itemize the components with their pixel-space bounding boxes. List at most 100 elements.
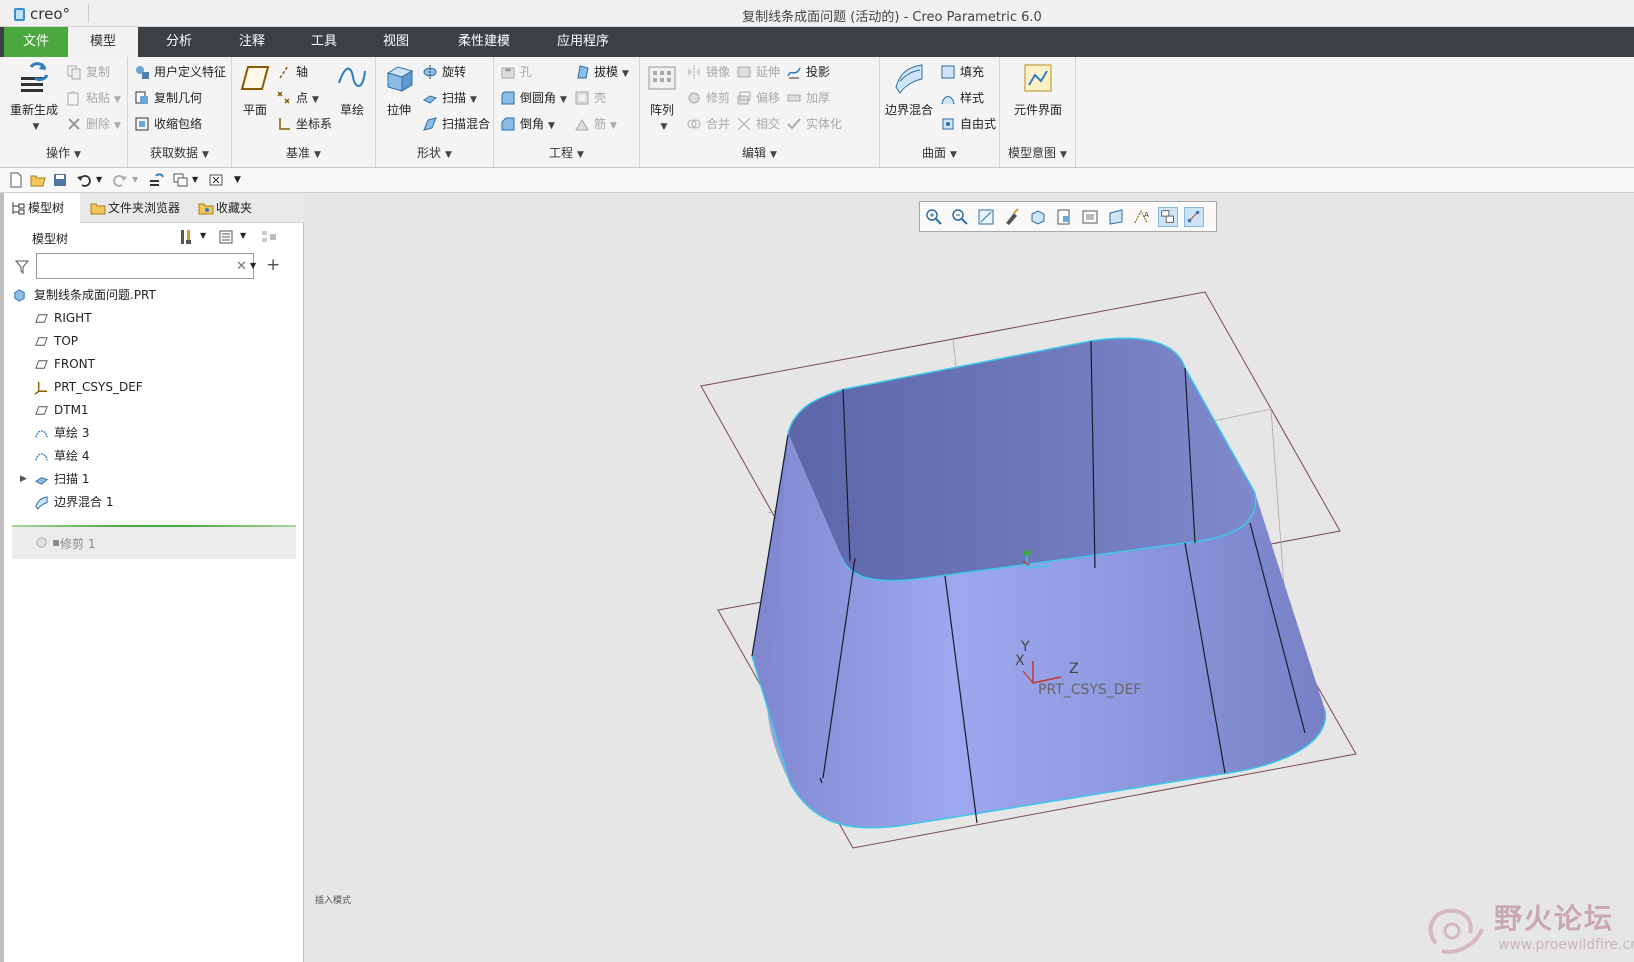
show-columns-dropdown-icon[interactable]: ▼ [240, 231, 246, 240]
tab-applications[interactable]: 应用程序 [536, 27, 630, 57]
paste-button[interactable]: 粘贴 ▼ [64, 87, 121, 109]
shell-button[interactable]: 壳 [572, 87, 606, 109]
group-operations-label[interactable]: 操作 ▼ [0, 144, 127, 161]
plane-button[interactable]: 平面 [236, 61, 274, 118]
shrinkwrap-button[interactable]: 收缩包络 [132, 113, 202, 135]
close-window-icon[interactable] [208, 172, 224, 188]
hole-button[interactable]: 孔 [498, 61, 532, 83]
fill-button[interactable]: 填充 [938, 61, 984, 83]
solidify-label: 实体化 [806, 117, 843, 131]
point-dropdown-icon[interactable]: ▼ [312, 89, 319, 111]
tab-favorites[interactable]: 收藏夹 [192, 193, 276, 223]
group-model-intent-label[interactable]: 模型意图 ▼ [1000, 144, 1075, 161]
pattern-button[interactable]: 阵列 ▼ [644, 61, 680, 132]
expand-arrow-icon[interactable]: ▶ [20, 468, 27, 491]
regenerate-dropdown-icon[interactable]: ▼ [33, 122, 40, 132]
merge-button[interactable]: 合并 [684, 113, 730, 135]
sketch-button[interactable]: 草绘 [332, 61, 372, 118]
plane-label: 平面 [242, 103, 267, 117]
draft-button[interactable]: 拔模 ▼ [572, 61, 629, 83]
filter-icon[interactable] [14, 259, 30, 275]
swept-blend-button[interactable]: 扫描混合 [420, 113, 490, 135]
rib-button[interactable]: 筋 ▼ [572, 113, 617, 135]
redo-dropdown-icon[interactable]: ▼ [132, 172, 148, 188]
delete-dropdown-icon[interactable]: ▼ [114, 115, 121, 137]
model-canvas[interactable] [305, 193, 1634, 962]
tab-annotate[interactable]: 注释 [216, 27, 288, 57]
show-columns-icon[interactable] [218, 229, 234, 245]
boundary-blend-button[interactable]: 边界混合 [882, 61, 936, 118]
extrude-button[interactable]: 拉伸 [380, 61, 418, 118]
tab-model-tree[interactable]: 模型树 [4, 193, 80, 223]
tab-flexible-modeling[interactable]: 柔性建模 [432, 27, 536, 57]
intersect-button[interactable]: 相交 [734, 113, 780, 135]
graphics-window[interactable]: A Y X Z PRT_CSYS_DEF 插入模式 [305, 193, 1634, 962]
offset-button[interactable]: 偏移 [734, 87, 780, 109]
style-button[interactable]: 样式 [938, 87, 984, 109]
revolve-button[interactable]: 旋转 [420, 61, 466, 83]
tree-settings-dropdown-icon[interactable]: ▼ [200, 231, 206, 240]
solidify-button[interactable]: 实体化 [784, 113, 842, 135]
tab-analysis[interactable]: 分析 [142, 27, 216, 57]
group-engineering-label[interactable]: 工程 ▼ [494, 144, 639, 161]
undo-icon[interactable] [76, 172, 92, 188]
mirror-button[interactable]: 镜像 [684, 61, 730, 83]
project-label: 投影 [806, 65, 831, 79]
tree-search-input[interactable] [36, 253, 254, 279]
save-icon[interactable] [52, 172, 68, 188]
round-button[interactable]: 倒圆角 ▼ [498, 87, 567, 109]
tab-file[interactable]: 文件 [4, 27, 68, 57]
clear-search-icon[interactable]: ✕ [236, 259, 247, 274]
search-dropdown-icon[interactable]: ▼ [250, 261, 256, 270]
rib-dropdown-icon[interactable]: ▼ [610, 115, 617, 137]
regenerate-button[interactable]: 重新生成 ▼ [6, 61, 62, 132]
project-button[interactable]: 投影 [784, 61, 830, 83]
redo-icon[interactable] [112, 172, 128, 188]
pattern-dropdown-icon[interactable]: ▼ [661, 122, 668, 132]
round-dropdown-icon[interactable]: ▼ [560, 89, 567, 111]
chamfer-icon [501, 117, 515, 131]
freestyle-button[interactable]: 自由式 [938, 113, 996, 135]
csys-button[interactable]: 坐标系 [274, 113, 332, 135]
tab-folder-browser[interactable]: 文件夹浏览器 [84, 193, 190, 223]
tab-model[interactable]: 模型 [68, 27, 138, 57]
add-icon[interactable]: + [266, 255, 280, 275]
axis-button[interactable]: 轴 [274, 61, 308, 83]
trim-button[interactable]: 修剪 [684, 87, 730, 109]
thicken-label: 加厚 [806, 91, 831, 105]
tab-view[interactable]: 视图 [360, 27, 432, 57]
tree-item-trim-1[interactable]: ▪ 修剪 1 [12, 527, 296, 559]
watermark: 野火论坛 www.proewildfire.cn [1422, 893, 1634, 962]
group-get-data-label[interactable]: 获取数据 ▼ [128, 144, 231, 161]
copy-button[interactable]: 复制 [64, 61, 110, 83]
tree-settings-icon[interactable] [178, 229, 194, 245]
windows-icon[interactable] [172, 172, 188, 188]
new-file-icon[interactable] [8, 172, 24, 188]
tree-filter-settings-icon[interactable] [260, 229, 280, 245]
regenerate-small-icon[interactable] [148, 172, 164, 188]
group-datum-label[interactable]: 基准 ▼ [232, 144, 375, 161]
udf-button[interactable]: 用户定义特征 [132, 61, 226, 83]
customize-toolbar-icon[interactable]: ▼ [234, 172, 250, 188]
group-editing-label[interactable]: 编辑 ▼ [640, 144, 879, 161]
tab-tools[interactable]: 工具 [288, 27, 360, 57]
sweep-dropdown-icon[interactable]: ▼ [470, 89, 477, 111]
draft-dropdown-icon[interactable]: ▼ [622, 63, 629, 85]
undo-dropdown-icon[interactable]: ▼ [96, 172, 112, 188]
extend-button[interactable]: 延伸 [734, 61, 780, 83]
open-folder-icon[interactable] [30, 172, 46, 188]
group-surfaces: 边界混合 填充 样式 自由式 曲面 ▼ [880, 57, 1000, 167]
group-shapes-label[interactable]: 形状 ▼ [376, 144, 493, 161]
chamfer-button[interactable]: 倒角 ▼ [498, 113, 555, 135]
axis-label: 轴 [296, 65, 309, 79]
point-button[interactable]: 点 ▼ [274, 87, 319, 109]
windows-dropdown-icon[interactable]: ▼ [192, 172, 208, 188]
group-surfaces-label[interactable]: 曲面 ▼ [880, 144, 999, 161]
delete-button[interactable]: 删除 ▼ [64, 113, 121, 135]
sweep-button[interactable]: 扫描 ▼ [420, 87, 477, 109]
chamfer-dropdown-icon[interactable]: ▼ [548, 115, 555, 137]
thicken-button[interactable]: 加厚 [784, 87, 830, 109]
copy-geometry-button[interactable]: 复制几何 [132, 87, 202, 109]
component-interface-button[interactable]: 元件界面 [1004, 61, 1072, 118]
paste-dropdown-icon[interactable]: ▼ [114, 89, 121, 111]
